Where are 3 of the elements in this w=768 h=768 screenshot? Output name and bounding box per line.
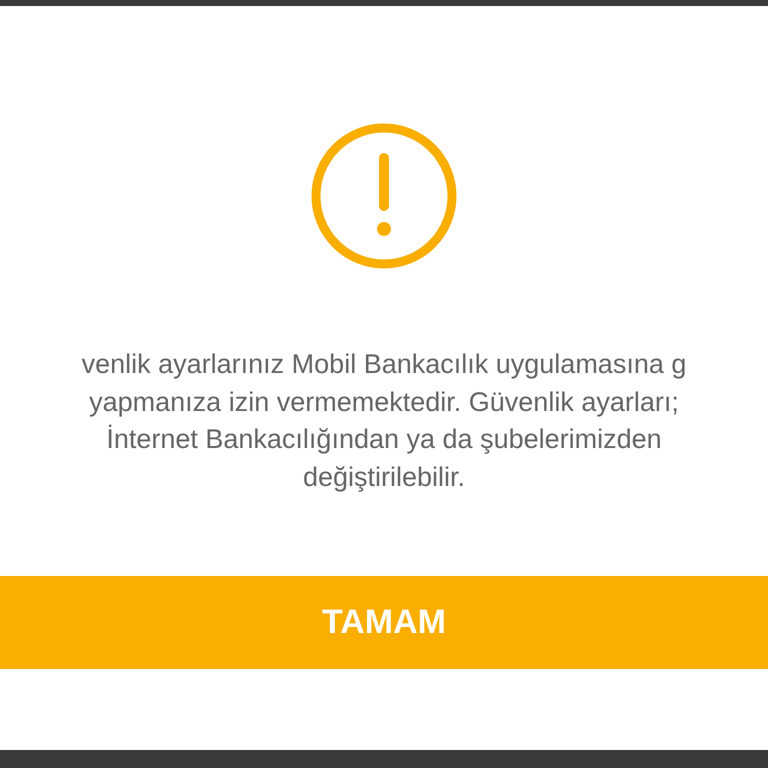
ok-button[interactable]: TAMAM [0,576,768,669]
warning-icon [310,122,458,270]
warning-message: venlik ayarlarınız Mobil Bankacılık uygulamasına g yapmanıza izin vermemektedir. Güvenlik ayarları; İnternet Bankacılığından ya da şubelerimizden değiştirilebilir. [80,348,688,494]
